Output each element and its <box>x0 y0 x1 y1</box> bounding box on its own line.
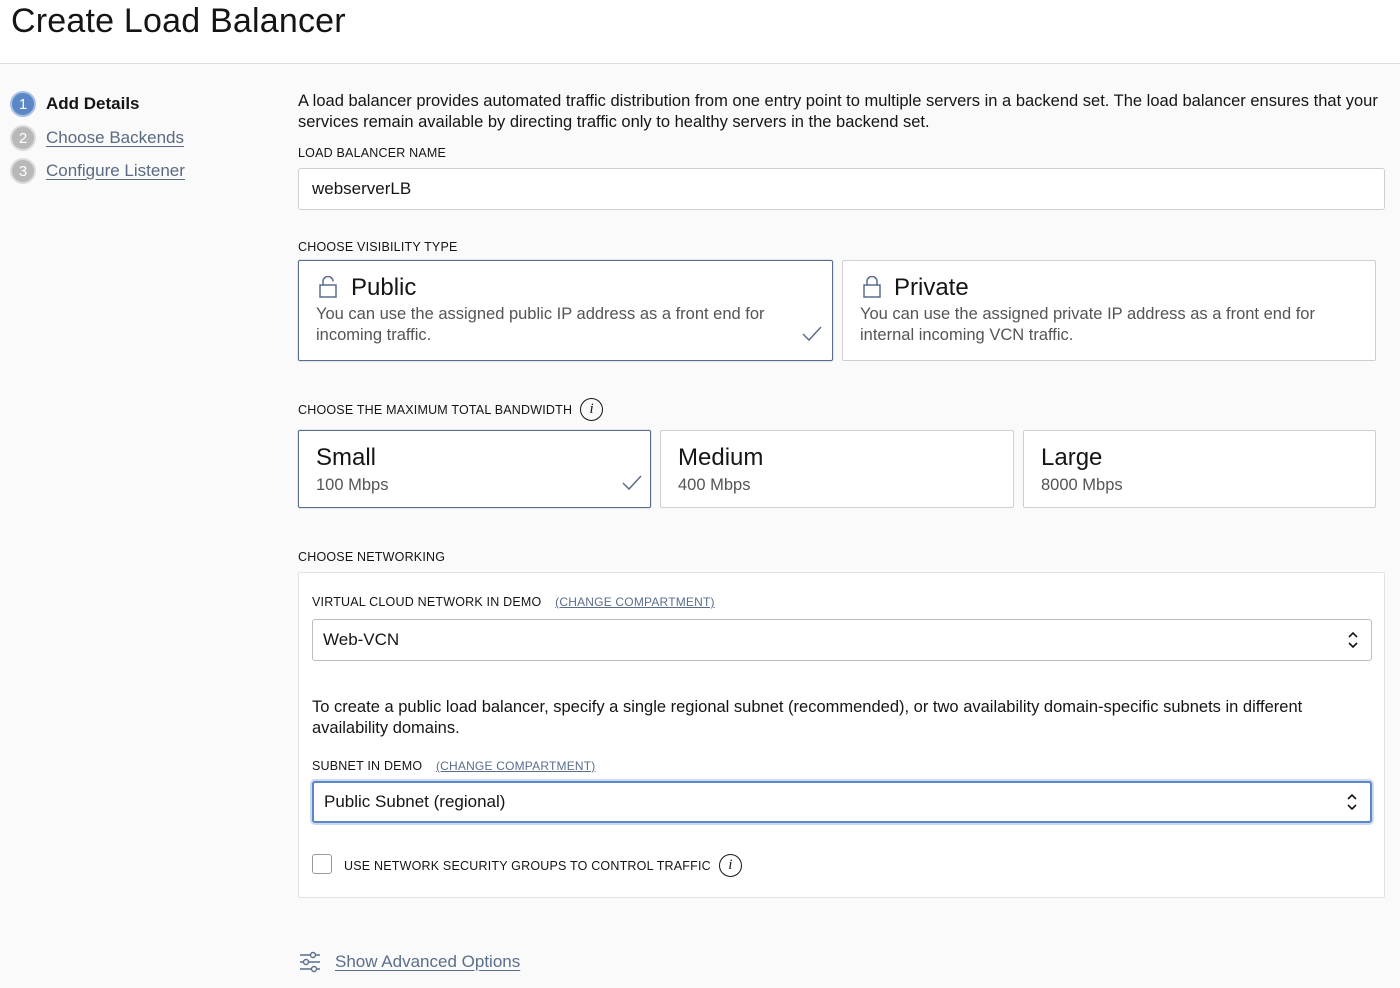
bandwidth-small-title: Small <box>316 444 377 471</box>
bandwidth-label-row: CHOOSE THE MAXIMUM TOTAL BANDWIDTH i <box>298 398 604 421</box>
check-icon <box>802 326 822 342</box>
step-label-configure-listener[interactable]: Configure Listener <box>46 161 185 181</box>
check-icon <box>622 475 642 491</box>
step-configure-listener[interactable]: 3 Configure Listener <box>10 158 185 184</box>
bandwidth-medium-card[interactable]: Medium 400 Mbps <box>660 430 1014 508</box>
subnet-select[interactable]: Public Subnet (regional) <box>312 781 1372 823</box>
step-number-3: 3 <box>10 158 36 184</box>
show-advanced-options-link[interactable]: Show Advanced Options <box>335 952 520 972</box>
visibility-public-desc: You can use the assigned public IP addre… <box>316 305 765 344</box>
nsg-checkbox[interactable] <box>312 854 332 874</box>
visibility-private-title: Private <box>894 274 969 301</box>
subnet-select-value: Public Subnet (regional) <box>324 792 506 811</box>
vcn-label: VIRTUAL CLOUD NETWORK IN <box>312 595 500 609</box>
visibility-label: CHOOSE VISIBILITY TYPE <box>298 240 458 254</box>
sliders-icon <box>300 951 320 973</box>
chevron-updown-icon <box>1348 631 1358 649</box>
subnet-label-row: SUBNET IN DEMO (CHANGE COMPARTMENT) <box>312 759 596 773</box>
subnet-info-text: To create a public load balancer, specif… <box>312 698 1303 737</box>
intro-text: A load balancer provides automated traff… <box>298 92 1378 131</box>
bandwidth-large-card[interactable]: Large 8000 Mbps <box>1023 430 1376 508</box>
subnet-compartment: DEMO <box>383 759 423 773</box>
step-choose-backends[interactable]: 2 Choose Backends <box>10 125 184 151</box>
bandwidth-medium-title: Medium <box>678 444 764 471</box>
page-header: Create Load Balancer <box>0 0 1400 64</box>
show-advanced-options[interactable]: Show Advanced Options <box>298 950 520 974</box>
step-number-1: 1 <box>10 91 36 117</box>
vcn-label-row: VIRTUAL CLOUD NETWORK IN DEMO (CHANGE CO… <box>312 595 715 609</box>
visibility-private-desc: You can use the assigned private IP addr… <box>860 305 1315 344</box>
load-balancer-name-input[interactable] <box>298 168 1385 210</box>
bandwidth-small-card[interactable]: Small 100 Mbps <box>298 430 651 508</box>
visibility-private-card[interactable]: Private You can use the assigned private… <box>842 260 1376 361</box>
nsg-label[interactable]: USE NETWORK SECURITY GROUPS TO CONTROL T… <box>344 859 711 873</box>
step-label-choose-backends[interactable]: Choose Backends <box>46 128 184 148</box>
step-label-add-details: Add Details <box>46 94 140 113</box>
info-icon[interactable]: i <box>718 854 742 877</box>
bandwidth-small-desc: 100 Mbps <box>316 476 389 494</box>
vcn-select[interactable]: Web-VCN <box>312 619 1372 661</box>
vcn-change-compartment-link[interactable]: (CHANGE COMPARTMENT) <box>555 595 715 609</box>
lock-icon <box>863 276 881 298</box>
bandwidth-label: CHOOSE THE MAXIMUM TOTAL BANDWIDTH <box>298 402 573 417</box>
subnet-label: SUBNET IN <box>312 759 381 773</box>
unlock-icon <box>319 276 337 298</box>
info-icon[interactable]: i <box>580 398 604 421</box>
visibility-public-card[interactable]: Public You can use the assigned public I… <box>298 260 833 361</box>
vcn-compartment: DEMO <box>503 595 542 609</box>
step-add-details[interactable]: 1 Add Details <box>10 91 140 117</box>
bandwidth-large-desc: 8000 Mbps <box>1041 476 1123 494</box>
step-number-2: 2 <box>10 125 36 151</box>
subnet-change-compartment-link[interactable]: (CHANGE COMPARTMENT) <box>436 759 596 773</box>
chevron-updown-icon <box>1347 793 1357 811</box>
page-title: Create Load Balancer <box>11 2 346 40</box>
visibility-public-title: Public <box>351 274 417 301</box>
nsg-label-row: USE NETWORK SECURITY GROUPS TO CONTROL T… <box>344 854 742 877</box>
networking-label: CHOOSE NETWORKING <box>298 550 446 564</box>
bandwidth-large-title: Large <box>1041 444 1103 471</box>
networking-panel: VIRTUAL CLOUD NETWORK IN DEMO (CHANGE CO… <box>298 572 1385 898</box>
name-field-label: LOAD BALANCER NAME <box>298 146 447 160</box>
bandwidth-medium-desc: 400 Mbps <box>678 476 751 494</box>
vcn-select-value: Web-VCN <box>323 630 400 649</box>
